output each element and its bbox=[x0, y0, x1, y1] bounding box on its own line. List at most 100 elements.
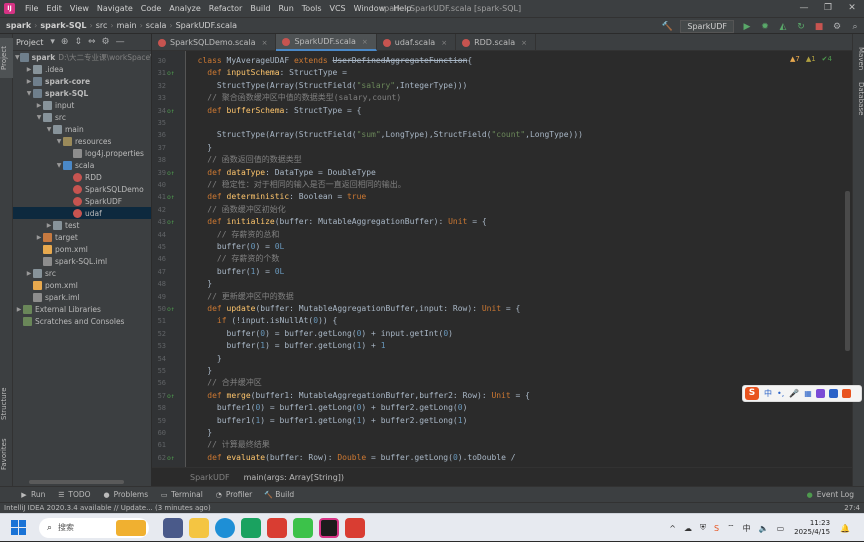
override-marker-icon[interactable]: o↑ bbox=[167, 169, 177, 177]
hide-icon[interactable]: — bbox=[116, 37, 125, 47]
code-line[interactable]: // 更新缓冲区中的数据 bbox=[188, 291, 293, 303]
language-indicator[interactable]: 中 bbox=[743, 523, 751, 534]
tree-item[interactable]: ▶ spark-core bbox=[13, 75, 151, 87]
chevron-icon[interactable]: ▼ bbox=[55, 162, 63, 169]
run-configuration-select[interactable]: SparkUDF bbox=[680, 20, 734, 33]
horizontal-scrollbar[interactable] bbox=[29, 480, 124, 484]
tree-item[interactable]: ▶ target bbox=[13, 231, 151, 243]
tree-item[interactable]: SparkUDF bbox=[13, 195, 151, 207]
wifi-icon[interactable]: ⌔ bbox=[727, 523, 735, 533]
maximize-icon[interactable]: ❐ bbox=[816, 0, 840, 17]
override-marker-icon[interactable]: o↑ bbox=[167, 454, 177, 462]
code-line[interactable]: // 合并缓冲区 bbox=[188, 377, 261, 389]
run-icon[interactable]: ▶ bbox=[740, 20, 754, 34]
tray-overflow-icon[interactable]: ^ bbox=[669, 524, 676, 533]
tree-item[interactable]: log4j.properties bbox=[13, 147, 151, 159]
intellij-app-icon[interactable] bbox=[319, 517, 339, 538]
code-line[interactable]: def dataType: DataType = DoubleType bbox=[188, 167, 376, 179]
code-line[interactable]: buffer(1) = 0L bbox=[188, 266, 284, 278]
notification-icon[interactable]: 🔔 bbox=[840, 524, 850, 533]
close-tab-icon[interactable]: × bbox=[362, 38, 368, 46]
breadcrumb-item[interactable]: scala bbox=[144, 21, 169, 30]
chevron-icon[interactable]: ▶ bbox=[25, 78, 33, 85]
skin-icon[interactable] bbox=[815, 389, 825, 398]
tree-item[interactable]: ▼ sparkD:\大二专业课\workSpace\wo bbox=[13, 51, 151, 63]
ime-language[interactable]: 中 bbox=[764, 388, 772, 399]
hammer-build-icon[interactable]: 🔨 bbox=[660, 20, 674, 34]
close-tab-icon[interactable]: × bbox=[262, 39, 268, 47]
close-tab-icon[interactable]: × bbox=[441, 39, 447, 47]
code-line[interactable]: class MyAverageUDAF extends UserDefinedA… bbox=[188, 55, 473, 67]
code-line[interactable]: // 函数缓冲区初始化 bbox=[188, 204, 285, 216]
inspection-widget[interactable]: ▲7 ▲1 ✔4 bbox=[784, 55, 832, 63]
minimize-icon[interactable]: — bbox=[792, 0, 816, 17]
chevron-down-icon[interactable]: ▾ bbox=[50, 37, 55, 47]
breadcrumb-item[interactable]: main bbox=[115, 21, 139, 30]
tree-item[interactable]: ▶ input bbox=[13, 99, 151, 111]
favorites-tool-tab[interactable]: Favorites bbox=[0, 434, 13, 474]
settings-icon[interactable]: ⚙ bbox=[830, 20, 844, 34]
tab-rdd-scala[interactable]: RDD.scala × bbox=[456, 34, 536, 51]
code-line[interactable]: buffer1(1) = buffer1.getLong(1) + buffer… bbox=[188, 415, 468, 427]
code-line[interactable]: buffer1(0) = buffer1.getLong(0) + buffer… bbox=[188, 402, 468, 414]
code-line[interactable]: } bbox=[188, 353, 222, 365]
windows-start-icon[interactable] bbox=[11, 519, 27, 536]
tree-item[interactable]: ▼ src bbox=[13, 111, 151, 123]
override-marker-icon[interactable]: o↑ bbox=[167, 218, 177, 226]
keyboard-icon[interactable]: ▦ bbox=[804, 389, 812, 398]
tree-item[interactable]: udaf bbox=[13, 207, 151, 219]
tab-sparkudf-scala[interactable]: SparkUDF.scala × bbox=[276, 34, 377, 51]
structure-tool-tab[interactable]: Structure bbox=[0, 384, 13, 424]
tool-tab-run[interactable]: ▶ Run bbox=[20, 490, 45, 499]
code-line[interactable]: // 函数返回值的数据类型 bbox=[188, 154, 301, 166]
wechat-app-icon[interactable] bbox=[293, 517, 313, 538]
battery-icon[interactable]: ▭ bbox=[777, 524, 785, 533]
tab-sparksqldemo-scala[interactable]: SparkSQLDemo.scala × bbox=[152, 34, 277, 51]
code-line[interactable]: buffer(0) = 0L bbox=[188, 241, 284, 253]
menu-item-file[interactable]: File bbox=[21, 4, 42, 13]
stop-icon[interactable]: ■ bbox=[812, 20, 826, 34]
profile-icon[interactable]: ↻ bbox=[794, 20, 808, 34]
cloud-icon[interactable]: ☁ bbox=[684, 524, 692, 533]
breadcrumb-item[interactable]: SparkUDF.scala bbox=[174, 21, 239, 30]
tool-tab-profiler[interactable]: ◔ Profiler bbox=[215, 490, 252, 499]
tree-item[interactable]: ▼ scala bbox=[13, 159, 151, 171]
ime-punctuation[interactable]: •, bbox=[777, 389, 784, 398]
breadcrumb-item[interactable]: spark bbox=[4, 21, 33, 30]
code-line[interactable]: def deterministic: Boolean = true bbox=[188, 191, 366, 203]
tool-tab-todo[interactable]: ☰ TODO bbox=[57, 490, 90, 499]
code-line[interactable]: buffer(1) = buffer.getLong(1) + 1 bbox=[188, 340, 386, 352]
menu-item-edit[interactable]: Edit bbox=[42, 4, 66, 13]
tree-item[interactable]: pom.xml bbox=[13, 279, 151, 291]
override-marker-icon[interactable]: o↑ bbox=[167, 193, 177, 201]
code-line[interactable]: // 聚合函数缓冲区中值的数据类型(salary,count) bbox=[188, 92, 401, 104]
tree-item[interactable]: spark.iml bbox=[13, 291, 151, 303]
code-line[interactable]: def bufferSchema: StructType = { bbox=[188, 105, 361, 117]
chevron-icon[interactable]: ▼ bbox=[25, 90, 33, 97]
code-line[interactable]: def initialize(buffer: MutableAggregatio… bbox=[188, 216, 486, 228]
code-line[interactable]: } bbox=[188, 365, 212, 377]
status-message[interactable]: IntelliJ IDEA 2020.3.4 available // Upda… bbox=[4, 504, 211, 512]
security-icon[interactable]: ⛨ bbox=[700, 523, 706, 533]
code-line[interactable]: } bbox=[188, 142, 212, 154]
menu-item-run[interactable]: Run bbox=[274, 4, 297, 13]
tool-tab-terminal[interactable]: ▭ Terminal bbox=[160, 490, 203, 499]
menu-item-tools[interactable]: Tools bbox=[298, 4, 326, 13]
code-line[interactable]: StructType(Array(StructField("salary",In… bbox=[188, 80, 467, 92]
tree-item[interactable]: spark-SQL.iml bbox=[13, 255, 151, 267]
menu-item-refactor[interactable]: Refactor bbox=[205, 4, 247, 13]
store-app-icon[interactable] bbox=[241, 517, 261, 538]
chevron-icon[interactable]: ▶ bbox=[15, 306, 23, 313]
gear-icon[interactable]: ⚙ bbox=[102, 37, 110, 47]
sogou-search-icon[interactable] bbox=[841, 389, 851, 398]
code-line[interactable]: // 稳定性：对于相同的输入是否一直返回相同的输出。 bbox=[188, 179, 405, 191]
menu-item-view[interactable]: View bbox=[66, 4, 93, 13]
menu-item-code[interactable]: Code bbox=[137, 4, 165, 13]
menu-item-analyze[interactable]: Analyze bbox=[165, 4, 205, 13]
code-line[interactable]: // 计算最终结果 bbox=[188, 439, 269, 451]
locate-icon[interactable]: ⊕ bbox=[61, 37, 69, 47]
breadcrumb-method[interactable]: main(args: Array[String]) bbox=[244, 473, 344, 482]
tree-item[interactable]: ▼ resources bbox=[13, 135, 151, 147]
tree-item[interactable]: ▼ main bbox=[13, 123, 151, 135]
close-tab-icon[interactable]: × bbox=[521, 39, 527, 47]
